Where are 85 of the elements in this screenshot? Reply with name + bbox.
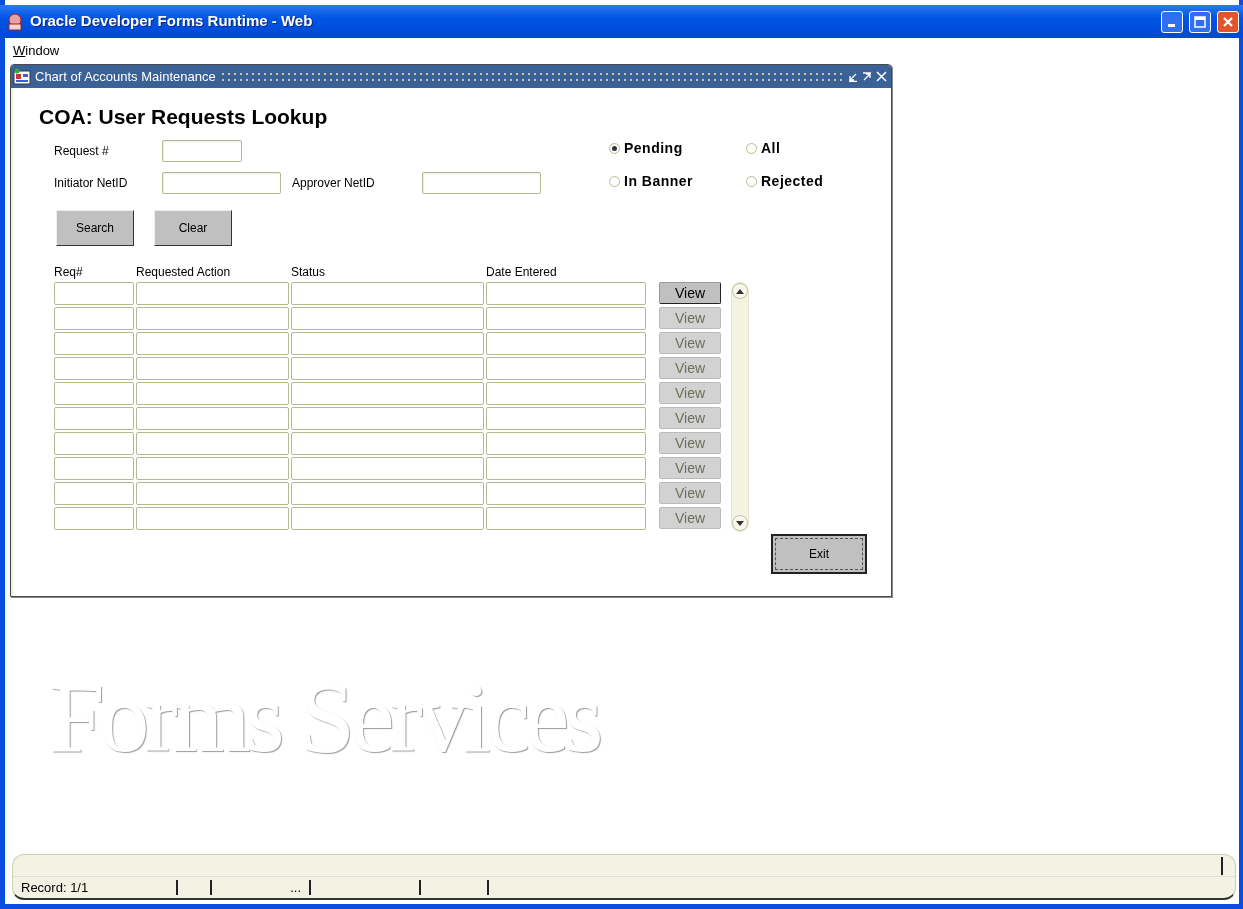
column-header: Req# [54,264,84,281]
radio-button[interactable] [746,176,757,187]
table-cell[interactable] [136,357,289,380]
table-cell[interactable] [486,332,646,355]
table-cell[interactable] [54,332,134,355]
action-button[interactable]: Clear [154,210,232,246]
column-header: Status [291,264,327,281]
table-cell[interactable] [291,482,484,505]
table-cell[interactable] [486,282,646,305]
minimize-icon [1167,23,1175,27]
scroll-down-button[interactable] [732,515,748,531]
window-title: Oracle Developer Forms Runtime - Web [30,11,313,32]
table-cell[interactable] [54,357,134,380]
table-cell[interactable] [486,432,646,455]
table-cell[interactable] [136,482,289,505]
table-cell[interactable] [54,307,134,330]
input-field[interactable] [162,172,281,194]
table-cell[interactable] [486,507,646,530]
down-arrow-icon [736,520,744,526]
table-cell[interactable] [136,432,289,455]
record-indicator: Record: 1/1 [21,878,90,897]
menu-item[interactable]: Window [13,41,60,61]
close-button[interactable] [1217,10,1239,33]
table-cell[interactable] [291,357,484,380]
minimize-icon[interactable] [848,71,858,82]
minimize-button[interactable] [1161,10,1183,33]
action-button[interactable]: Search [56,210,134,246]
table-cell[interactable] [136,507,289,530]
column-header: Date Entered [486,264,558,281]
input-field[interactable] [422,172,541,194]
table-cell[interactable] [136,282,289,305]
table-cell[interactable] [291,507,484,530]
scroll-up-button[interactable] [732,283,748,299]
status-ellipsis: ... [289,878,302,897]
table-cell[interactable] [136,407,289,430]
field-label: Approver NetID [292,175,376,192]
table-cell[interactable] [54,507,134,530]
table-cell[interactable] [291,282,484,305]
table-cell[interactable] [54,432,134,455]
maximize-button[interactable] [1189,10,1211,33]
table-cell[interactable] [136,332,289,355]
input-field[interactable] [162,140,242,162]
table-cell[interactable] [291,457,484,480]
close-icon[interactable] [876,71,887,82]
table-cell[interactable] [136,382,289,405]
form-heading: COA: User Requests Lookup [39,104,329,130]
maximize-icon[interactable] [862,71,872,82]
radio-label: Pending [624,139,683,158]
table-cell[interactable] [54,482,134,505]
radio-label: All [761,139,781,158]
table-cell[interactable] [291,407,484,430]
field-label: Request # [54,143,110,160]
radio-button[interactable] [609,176,620,187]
table-cell[interactable] [291,382,484,405]
table-cell[interactable] [486,407,646,430]
background-logo: Forms Services [48,661,601,775]
column-header: Requested Action [136,264,232,281]
form-title: Chart of Accounts Maintenance [35,67,216,86]
scrollbar[interactable] [731,282,749,532]
table-cell[interactable] [486,457,646,480]
table-cell[interactable] [54,282,134,305]
view-button[interactable]: View [659,282,721,304]
table-cell[interactable] [54,457,134,480]
radio-label: Rejected [761,172,824,191]
radio-button[interactable] [609,143,620,154]
form-icon [13,68,31,85]
radio-button[interactable] [746,143,757,154]
field-label: Initiator NetID [54,175,129,192]
maximize-icon [1194,15,1206,28]
close-icon [1222,15,1234,28]
table-cell[interactable] [54,382,134,405]
table-cell[interactable] [291,332,484,355]
app-icon [6,12,24,31]
table-cell[interactable] [54,407,134,430]
table-cell[interactable] [486,382,646,405]
table-cell[interactable] [136,307,289,330]
exit-button[interactable]: Exit [771,534,867,574]
table-cell[interactable] [486,307,646,330]
table-cell[interactable] [486,482,646,505]
table-cell[interactable] [291,307,484,330]
table-cell[interactable] [136,457,289,480]
radio-label: In Banner [624,172,694,191]
up-arrow-icon [736,288,744,294]
table-cell[interactable] [486,357,646,380]
table-cell[interactable] [291,432,484,455]
